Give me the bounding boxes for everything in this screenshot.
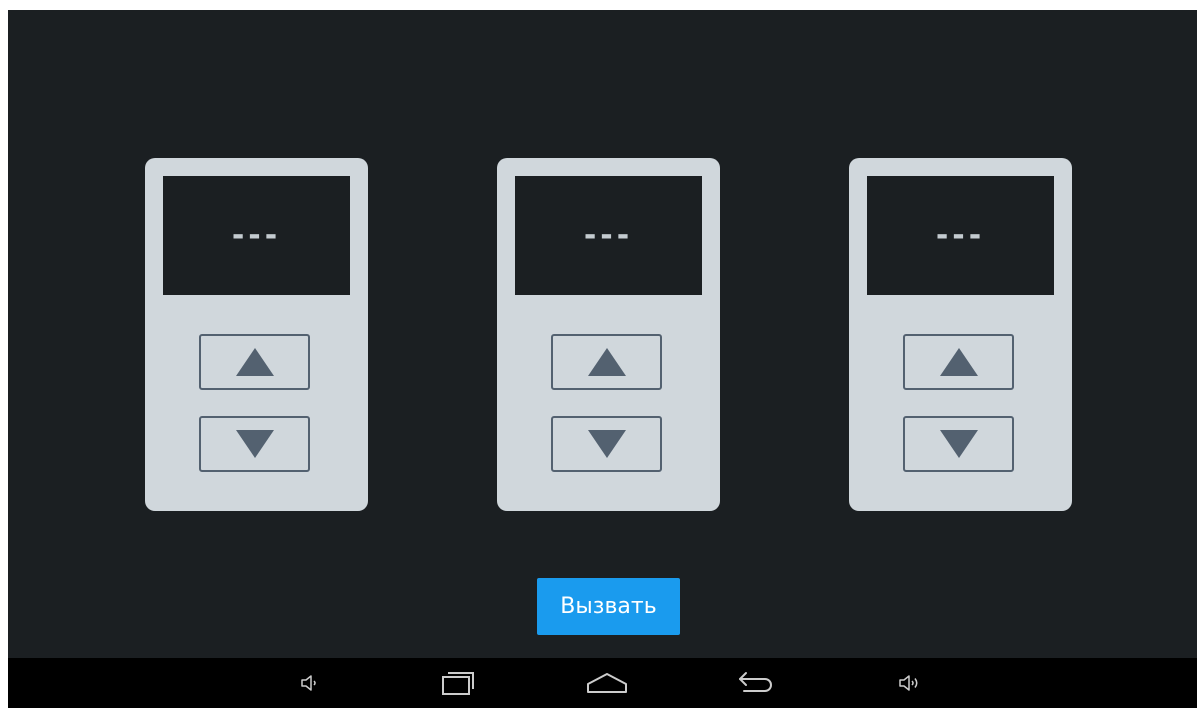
panel-display: --- — [515, 176, 702, 295]
up-button[interactable] — [199, 334, 310, 390]
home-button[interactable] — [582, 658, 632, 708]
panel-3: --- — [849, 158, 1072, 511]
volume-up-icon — [899, 675, 918, 691]
triangle-up-icon — [939, 348, 978, 376]
triangle-up-icon — [235, 348, 274, 376]
down-button[interactable] — [199, 416, 310, 472]
panel-2: --- — [497, 158, 720, 511]
back-button[interactable] — [732, 658, 780, 708]
down-button[interactable] — [903, 416, 1014, 472]
panel-display: --- — [867, 176, 1054, 295]
triangle-down-icon — [587, 430, 626, 458]
panel-display: --- — [163, 176, 350, 295]
triangle-down-icon — [235, 430, 274, 458]
display-value: --- — [231, 217, 282, 253]
volume-down-icon — [301, 675, 316, 691]
call-button[interactable]: Вызвать — [537, 578, 680, 635]
volume-up-button[interactable] — [891, 658, 927, 708]
triangle-up-icon — [587, 348, 626, 376]
up-button[interactable] — [551, 334, 662, 390]
display-value: --- — [583, 217, 634, 253]
display-value: --- — [935, 217, 986, 253]
triangle-down-icon — [939, 430, 978, 458]
system-navbar — [8, 658, 1197, 708]
app-screen: --- --- --- Вызвать — [8, 10, 1197, 658]
recent-apps-icon — [442, 672, 474, 695]
up-button[interactable] — [903, 334, 1014, 390]
volume-down-button[interactable] — [292, 658, 328, 708]
back-icon — [739, 672, 772, 692]
home-icon — [587, 673, 627, 693]
panel-1: --- — [145, 158, 368, 511]
down-button[interactable] — [551, 416, 662, 472]
recent-apps-button[interactable] — [433, 658, 483, 708]
